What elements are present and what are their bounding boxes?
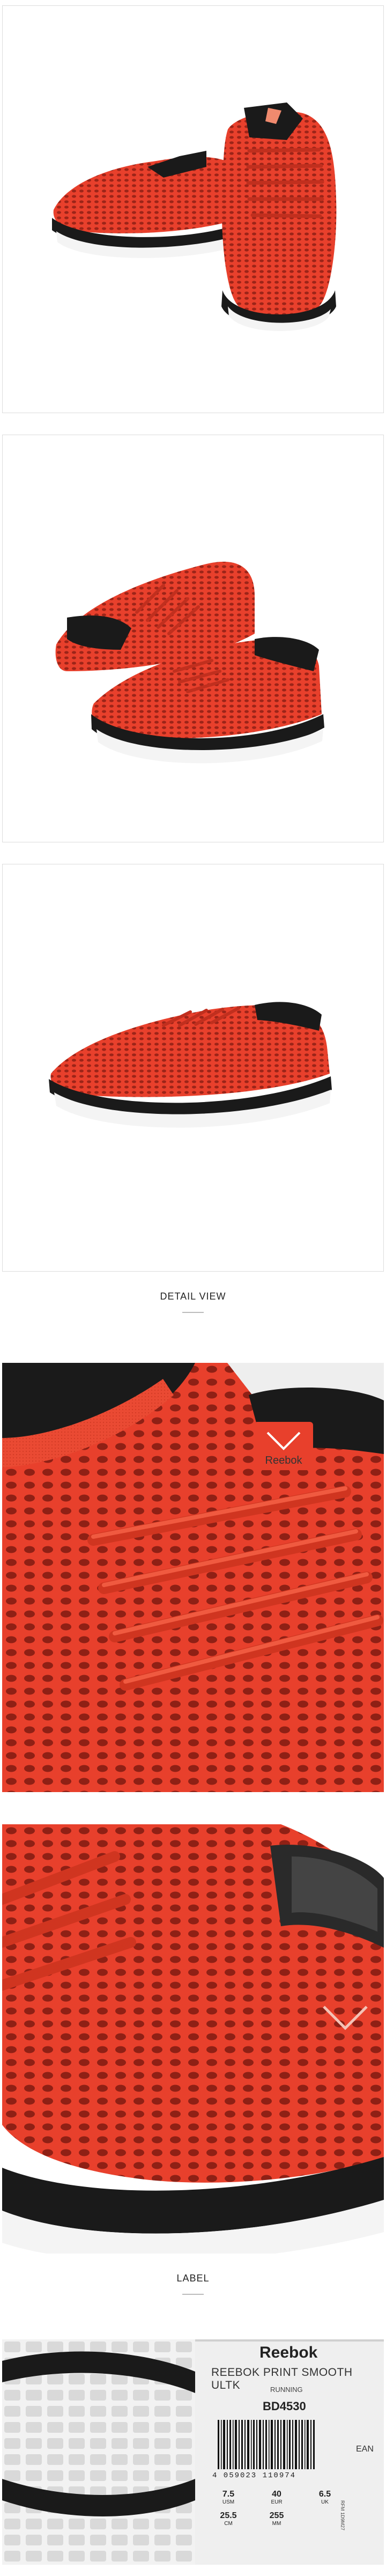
label-divider <box>182 2294 204 2295</box>
tongue-logo-text: Reebok <box>265 1455 303 1466</box>
detail-photo-laces: Reebok <box>2 1363 384 1792</box>
size-us-value: 7.5 <box>222 2490 235 2499</box>
product-photo-3 <box>2 864 384 1272</box>
size-mm-value: 255 <box>269 2511 284 2520</box>
label-brand: Reebok <box>259 2344 318 2361</box>
size-eur-unit: EUR <box>271 2499 283 2505</box>
shoe-pair-angle-image <box>55 561 324 764</box>
size-uk: 6.5 UK <box>309 2490 341 2505</box>
size-us: 7.5 USM <box>212 2490 244 2505</box>
size-cm-unit: CM <box>224 2521 233 2527</box>
barcode-digits: 4 059023 110974 <box>212 2471 296 2480</box>
product-photo-1 <box>2 5 384 413</box>
laces-closeup-image: Reebok <box>2 1363 384 1792</box>
size-us-unit: USM <box>222 2499 235 2505</box>
size-eur-value: 40 <box>272 2490 281 2499</box>
label-photo: Reebok REEBOK PRINT SMOOTH ULTK RUNNING … <box>2 2339 384 2565</box>
detail-view-title: DETAIL VIEW <box>160 1291 226 1302</box>
label-side-code: RFM 1D9M27 <box>340 2500 345 2531</box>
shoe-side-image <box>49 1002 332 1128</box>
shoe-pair-front-image <box>52 102 337 332</box>
detail-photo-heel <box>2 1824 384 2254</box>
size-uk-unit: UK <box>321 2499 329 2505</box>
size-mm: 255 MM <box>261 2511 293 2527</box>
size-uk-value: 6.5 <box>318 2490 331 2499</box>
detail-view-divider <box>182 1312 204 1313</box>
size-mm-unit: MM <box>272 2521 281 2527</box>
product-photo-2 <box>2 435 384 842</box>
label-ean: EAN <box>356 2445 374 2454</box>
label-category: RUNNING <box>270 2386 303 2394</box>
barcode <box>218 2420 315 2469</box>
label-article: BD4530 <box>263 2399 306 2413</box>
label-title: LABEL <box>176 2273 210 2284</box>
size-eur: 40 EUR <box>261 2490 293 2505</box>
heel-closeup-image <box>2 1824 384 2254</box>
size-cm-value: 25.5 <box>220 2511 237 2520</box>
size-cm: 25.5 CM <box>212 2511 244 2527</box>
